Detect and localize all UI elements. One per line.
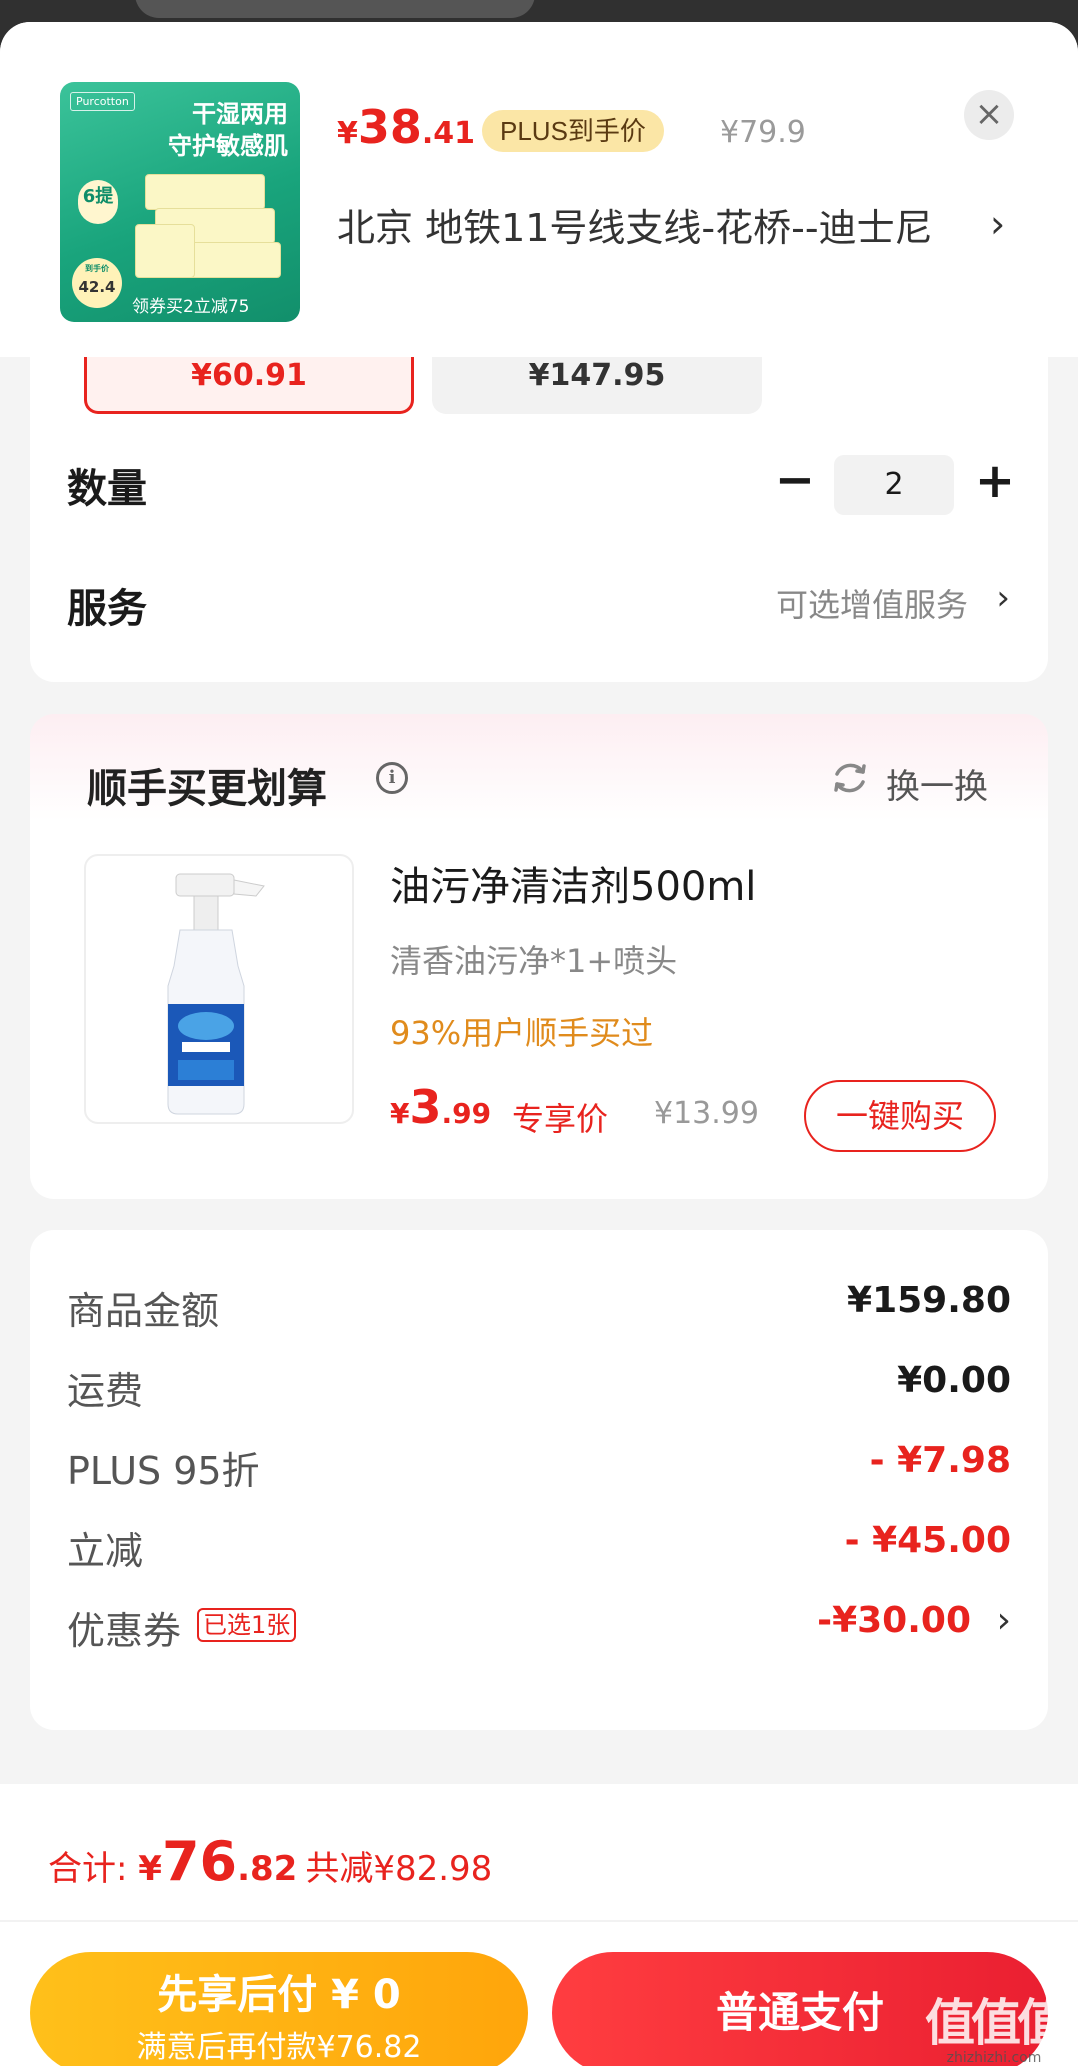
thumbnail-badge: 6提 (78, 180, 118, 224)
product-header: Purcotton 干湿两用 守护敏感肌 6提 到手价 42.4 领券买2立减75… (0, 22, 1078, 357)
thumbnail-line1: 干湿两用 (192, 100, 288, 128)
current-price: ¥38.41 (337, 100, 476, 154)
summary-label: 运费 (67, 1369, 144, 1413)
plus-icon[interactable]: + (970, 457, 1020, 508)
bundle-product-name[interactable]: 油污净清洁剂500ml (390, 854, 756, 912)
summary-row-coupon[interactable]: 优惠券 已选1张 -¥30.00 › (67, 1600, 1011, 1660)
thumbnail-strip: 领券买2立减75 (132, 297, 250, 317)
coupon-value[interactable]: -¥30.00 (817, 1600, 971, 1641)
swap-button[interactable]: 换一换 (886, 759, 988, 808)
handle-pill (135, 0, 535, 18)
price-summary: 商品金额 ¥159.80 运费 ¥0.00 PLUS 95折 - ¥7.98 立… (30, 1230, 1048, 1730)
chevron-right-icon[interactable]: › (996, 578, 1010, 618)
coupon-label: 优惠券 (67, 1609, 182, 1653)
one-click-buy-button[interactable]: 一键购买 (804, 1080, 996, 1152)
minus-icon[interactable]: − (770, 456, 820, 508)
bundle-card: 顺手买更划算 i 换一换 油污净清洁剂500ml 清香油污净*1+喷头 93%用… (30, 714, 1048, 1199)
exclusive-price-tag: 专享价 (512, 1100, 609, 1138)
close-icon[interactable]: × (964, 90, 1014, 140)
service-label: 服务 (67, 586, 147, 632)
order-sheet: Purcotton 干湿两用 守护敏感肌 6提 到手价 42.4 领券买2立减75… (0, 22, 1078, 2066)
summary-row-subtotal: 商品金额 ¥159.80 (67, 1280, 1011, 1340)
thumbnail-price-badge: 到手价 42.4 (72, 258, 122, 308)
bundle-title: 顺手买更划算 (87, 766, 327, 812)
summary-value: ¥159.80 (847, 1280, 1011, 1321)
thumbnail-packs (135, 174, 285, 284)
thumbnail-brand: Purcotton (70, 92, 135, 111)
quantity-label: 数量 (67, 466, 147, 512)
delivery-address[interactable]: 北京 地铁11号线支线-花桥--迪士尼 (337, 200, 987, 256)
summary-label: PLUS 95折 (67, 1449, 260, 1493)
coupon-selected-badge: 已选1张 (197, 1608, 297, 1642)
summary-value: ¥0.00 (897, 1360, 1011, 1401)
plus-price-tag: PLUS到手价 (482, 110, 664, 152)
bundle-product-price: ¥3.99 (390, 1080, 492, 1134)
summary-row-instant-discount: 立减 - ¥45.00 (67, 1520, 1011, 1580)
product-thumbnail: Purcotton 干湿两用 守护敏感肌 6提 到手价 42.4 领券买2立减75 (60, 82, 300, 322)
summary-label: 立减 (67, 1529, 144, 1573)
bundle-original-price: ¥13.99 (654, 1096, 759, 1131)
quantity-input[interactable]: 2 (834, 455, 954, 515)
total-saved: 共减¥82.98 (305, 1849, 493, 1889)
bundle-product-note: 93%用户顺手买过 (390, 1014, 654, 1052)
pay-later-button[interactable]: 先享后付 ¥ 0 满意后再付款¥76.82 (30, 1952, 528, 2066)
info-icon[interactable]: i (376, 762, 408, 794)
summary-row-plus-discount: PLUS 95折 - ¥7.98 (67, 1440, 1011, 1500)
summary-label: 商品金额 (67, 1289, 220, 1333)
summary-value: - ¥7.98 (869, 1440, 1011, 1481)
chevron-right-icon[interactable]: › (997, 1600, 1011, 1641)
checkout-bar: 合计: ¥76.82 共减¥82.98 先享后付 ¥ 0 满意后再付款¥76.82… (0, 1784, 1078, 2066)
order-total: 合计: ¥76.82 共减¥82.98 (48, 1830, 493, 1893)
original-price: ¥79.9 (720, 115, 806, 150)
chevron-right-icon[interactable]: › (990, 202, 1005, 246)
site-watermark: 值值值 zhizhizhi.com (925, 1994, 1067, 2066)
summary-value: - ¥45.00 (844, 1520, 1011, 1561)
thumbnail-line2: 守护敏感肌 (168, 132, 288, 160)
refresh-icon[interactable] (830, 758, 870, 798)
divider (0, 1920, 1078, 1922)
summary-row-shipping: 运费 ¥0.00 (67, 1360, 1011, 1420)
product-image[interactable] (84, 854, 354, 1124)
service-value[interactable]: 可选增值服务 (776, 580, 968, 626)
bundle-product-spec: 清香油污净*1+喷头 (390, 942, 678, 980)
spec-card: ¥60.91 ¥147.95 数量 − 2 + 服务 可选增值服务 › (30, 322, 1048, 682)
